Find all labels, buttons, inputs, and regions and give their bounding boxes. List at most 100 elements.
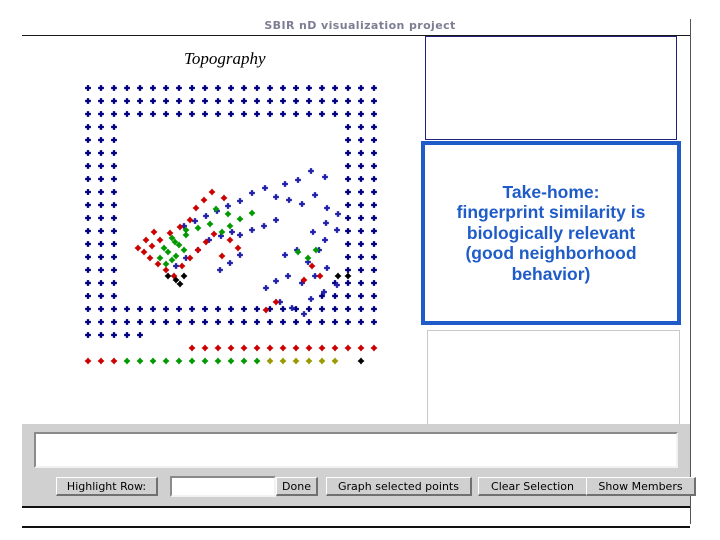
- data-point[interactable]: [226, 222, 234, 230]
- main-text-field[interactable]: [34, 432, 678, 468]
- data-point[interactable]: [301, 311, 307, 317]
- data-point[interactable]: [316, 272, 324, 280]
- data-point[interactable]: [111, 280, 117, 286]
- data-point[interactable]: [180, 272, 188, 280]
- data-point[interactable]: [202, 111, 208, 117]
- data-point[interactable]: [189, 319, 195, 325]
- data-point[interactable]: [98, 254, 104, 260]
- data-point[interactable]: [345, 189, 351, 195]
- data-point[interactable]: [188, 344, 196, 352]
- data-point[interactable]: [227, 344, 235, 352]
- data-point[interactable]: [85, 228, 91, 234]
- data-point[interactable]: [324, 265, 330, 271]
- data-point[interactable]: [280, 306, 286, 312]
- data-point[interactable]: [111, 241, 117, 247]
- data-point[interactable]: [111, 163, 117, 169]
- data-point[interactable]: [345, 124, 351, 130]
- data-point[interactable]: [98, 137, 104, 143]
- data-point[interactable]: [273, 217, 279, 223]
- data-point[interactable]: [248, 209, 256, 217]
- data-point[interactable]: [111, 293, 117, 299]
- data-point[interactable]: [345, 137, 351, 143]
- data-point[interactable]: [358, 254, 364, 260]
- data-point[interactable]: [124, 85, 130, 91]
- data-point[interactable]: [358, 163, 364, 169]
- data-point[interactable]: [304, 254, 312, 262]
- data-point[interactable]: [220, 194, 228, 202]
- data-point[interactable]: [85, 98, 91, 104]
- data-point[interactable]: [146, 254, 154, 262]
- data-point[interactable]: [98, 293, 104, 299]
- data-point[interactable]: [163, 319, 169, 325]
- data-point[interactable]: [273, 278, 279, 284]
- data-point[interactable]: [217, 267, 223, 273]
- data-point[interactable]: [186, 216, 194, 224]
- data-point[interactable]: [371, 215, 377, 221]
- data-point[interactable]: [175, 357, 183, 365]
- data-point[interactable]: [240, 357, 248, 365]
- data-point[interactable]: [163, 306, 169, 312]
- data-point[interactable]: [111, 189, 117, 195]
- data-point[interactable]: [358, 202, 364, 208]
- data-point[interactable]: [319, 98, 325, 104]
- highlight-row-button[interactable]: Highlight Row:: [56, 477, 158, 496]
- data-point[interactable]: [111, 137, 117, 143]
- data-point[interactable]: [358, 228, 364, 234]
- data-point[interactable]: [267, 85, 273, 91]
- data-point[interactable]: [162, 260, 170, 268]
- data-point[interactable]: [261, 223, 267, 229]
- data-point[interactable]: [332, 319, 338, 325]
- data-point[interactable]: [237, 198, 243, 204]
- data-point[interactable]: [279, 357, 287, 365]
- data-point[interactable]: [150, 306, 156, 312]
- data-point[interactable]: [241, 111, 247, 117]
- data-point[interactable]: [215, 85, 221, 91]
- data-point[interactable]: [111, 150, 117, 156]
- topography-scatter-svg[interactable]: [80, 80, 410, 380]
- data-point[interactable]: [168, 256, 176, 264]
- data-point[interactable]: [371, 137, 377, 143]
- data-point[interactable]: [176, 85, 182, 91]
- data-point[interactable]: [206, 220, 214, 228]
- data-point[interactable]: [241, 98, 247, 104]
- data-point[interactable]: [332, 98, 338, 104]
- data-point[interactable]: [111, 111, 117, 117]
- data-point[interactable]: [111, 215, 117, 221]
- data-point[interactable]: [85, 319, 91, 325]
- data-point[interactable]: [249, 227, 255, 233]
- data-point[interactable]: [98, 189, 104, 195]
- data-point[interactable]: [214, 357, 222, 365]
- data-point[interactable]: [371, 150, 377, 156]
- data-point[interactable]: [332, 111, 338, 117]
- data-point[interactable]: [236, 215, 244, 223]
- data-point[interactable]: [189, 85, 195, 91]
- data-point[interactable]: [358, 98, 364, 104]
- data-point[interactable]: [241, 306, 247, 312]
- done-button[interactable]: Done: [276, 477, 318, 496]
- data-point[interactable]: [295, 177, 301, 183]
- data-point[interactable]: [188, 357, 196, 365]
- data-point[interactable]: [323, 220, 329, 226]
- data-point[interactable]: [241, 319, 247, 325]
- data-point[interactable]: [358, 267, 364, 273]
- data-point[interactable]: [228, 85, 234, 91]
- data-point[interactable]: [98, 267, 104, 273]
- data-point[interactable]: [358, 111, 364, 117]
- data-point[interactable]: [137, 85, 143, 91]
- data-point[interactable]: [137, 111, 143, 117]
- data-point[interactable]: [150, 319, 156, 325]
- data-point[interactable]: [345, 267, 351, 273]
- data-point[interactable]: [201, 357, 209, 365]
- data-point[interactable]: [331, 344, 339, 352]
- data-point[interactable]: [237, 252, 243, 258]
- data-point[interactable]: [208, 188, 216, 196]
- data-point[interactable]: [189, 111, 195, 117]
- data-point[interactable]: [176, 319, 182, 325]
- data-point[interactable]: [85, 332, 91, 338]
- data-point[interactable]: [164, 272, 172, 280]
- data-point[interactable]: [85, 267, 91, 273]
- data-point[interactable]: [186, 254, 194, 262]
- data-point[interactable]: [215, 111, 221, 117]
- data-point[interactable]: [124, 319, 130, 325]
- data-point[interactable]: [267, 319, 273, 325]
